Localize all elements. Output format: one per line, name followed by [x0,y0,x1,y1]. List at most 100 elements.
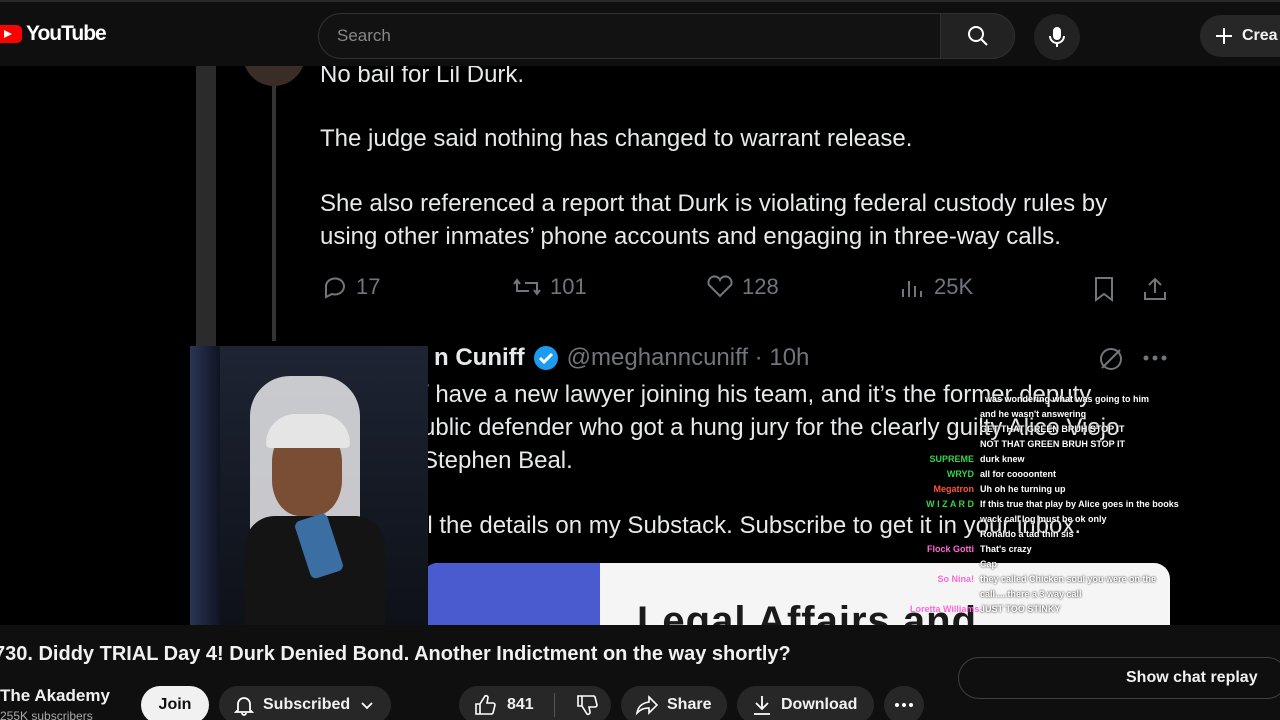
views-count: 25K [934,274,974,299]
streamer-cap [266,414,350,448]
thread-connector [272,86,276,341]
chat-message: wack call log must be ok only [910,512,1180,527]
avatar [243,66,305,86]
chat-author [910,512,974,527]
tweet-line: using other inmates’ phone accounts and … [320,223,1061,250]
microphone-icon [1049,27,1065,47]
youtube-play-icon [0,25,22,43]
search-box [318,13,941,59]
tweet-line: Stephen Beal. [422,447,573,474]
share-button[interactable]: Share [621,686,727,720]
chat-message: Cap [910,557,1180,572]
chat-author [910,422,974,437]
chat-message: Flock Gotti That's crazy [910,542,1180,557]
video-player[interactable]: No bail for Lil Durk. The judge said not… [0,66,1280,625]
reply-icon [325,277,345,299]
like-count: 841 [507,696,534,713]
join-button[interactable]: Join [141,686,209,720]
chat-author [910,407,974,422]
chat-message: NOT THAT GREEN BRUH STOP IT [910,437,1180,452]
chat-message: I was wondering what was going to him [910,392,1180,407]
thread-bar [196,66,216,356]
masthead: YouTube Crea [0,0,1280,66]
repost-count: 101 [550,274,587,299]
tweet2-handle: @meghanncuniff · 10h [566,344,810,371]
share-label: Share [667,696,712,713]
chat-message: Megatron Uh oh he turning up [910,482,1180,497]
share-arrow-icon [635,695,659,716]
chat-author: SUPREME [929,454,974,464]
divider [553,693,555,717]
chat-overlay: I was wondering what was going to him and… [910,392,1180,617]
chat-author: Megatron [933,484,975,494]
chevron-down-icon [361,702,373,710]
chat-author: Flock Gotti [927,544,974,554]
chat-replay-label: Show chat replay [1126,669,1258,686]
search-input[interactable] [319,14,940,58]
chat-author [910,587,974,602]
reply-count: 17 [356,274,381,299]
video-title: 730. Diddy TRIAL Day 4! Durk Denied Bond… [0,643,791,665]
repost-icon [513,278,541,296]
chat-text: GET THAT GREEN BRUH STOP IT [980,424,1125,434]
heart-icon [707,275,733,298]
chat-text: and he wasn't answering [980,409,1087,419]
share-tweet-icon [1144,277,1166,300]
verified-badge-icon [533,346,558,370]
subscriber-count: 255K subscribers [0,709,93,720]
chat-text: durk knew [980,454,1025,464]
chat-message: So Nina! they called Chicken soul you wer… [910,572,1180,587]
reply-action: 17 [322,274,380,300]
chat-message: SUPREME durk knew [910,452,1180,467]
chat-author: W I Z A R D [926,499,974,509]
ellipsis-icon [895,703,913,707]
chat-author: Loretta Williams [910,604,980,614]
channel-name[interactable]: The Akademy [0,686,110,706]
more-options-icon [1143,355,1167,361]
repost-action: 101 [512,274,587,300]
youtube-logo[interactable]: YouTube [0,22,107,46]
grok-icon [1100,348,1122,370]
tweet-line: The judge said nothing has changed to wa… [320,125,913,152]
thumbs-up-icon[interactable] [473,694,497,716]
bell-icon [233,697,255,716]
more-actions-button[interactable] [884,686,924,720]
show-chat-replay-button[interactable]: Show chat replay [958,657,1280,699]
like-count: 128 [742,274,779,299]
chat-message: WRYD all for coooontent [910,467,1180,482]
chat-text: Uh oh he turning up [980,484,1066,494]
join-label: Join [158,696,192,713]
chat-text: Ronaldo a tad thin sis [980,529,1074,539]
chat-message: Ronaldo a tad thin sis [910,527,1180,542]
chat-author [910,437,974,452]
download-label: Download [781,696,858,713]
thumbs-down-icon[interactable] [575,694,599,716]
chat-text: all for coooontent [980,469,1056,479]
chat-author: WRYD [946,469,974,479]
chat-text: they called Chicken soul you were on the [980,574,1157,584]
chat-message: and he wasn't answering [910,407,1180,422]
chat-text: That's crazy [980,544,1032,554]
search-icon [967,26,988,46]
bookmark-icon [1095,277,1113,302]
subscribed-label: Subscribed [263,696,351,713]
create-button[interactable]: Crea [1200,15,1280,57]
chat-author [910,392,974,407]
tweet2-header: n Cuniff @meghanncuniff · 10h [434,344,809,372]
download-button[interactable]: Download [737,686,874,720]
download-icon [754,696,770,715]
create-label: Crea [1242,27,1278,44]
plus-icon [1216,28,1232,44]
like-dislike-group: 841 [459,686,611,720]
chat-author: So Nina! [937,574,974,584]
tweet-line: No bail for Lil Durk. [320,66,525,88]
card-image [422,563,600,625]
like-action: 128 [706,274,779,300]
chat-text: JUST TOO STINKY [980,604,1061,614]
chat-text: NOT THAT GREEN BRUH STOP IT [980,439,1126,449]
chat-message: GET THAT GREEN BRUH STOP IT [910,422,1180,437]
views-icon [902,281,922,297]
subscribed-button[interactable]: Subscribed [219,686,391,720]
search-button[interactable] [940,13,1015,59]
voice-search-button[interactable] [1034,14,1080,60]
